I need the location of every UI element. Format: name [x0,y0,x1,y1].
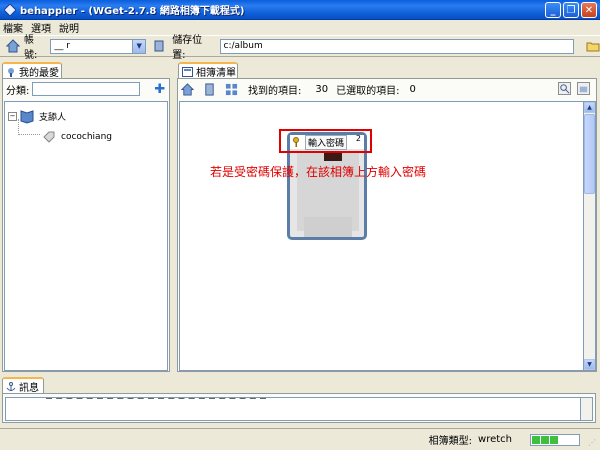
tab-favorites[interactable]: 我的最愛 [2,62,62,79]
tab-favorites-label: 我的最愛 [19,68,59,79]
tab-messages[interactable]: 訊息 [2,377,44,394]
toolbar: 帳號: __ r ▼ 儲存位置: c:/album [0,35,600,61]
scroll-thumb[interactable] [584,114,595,194]
tree-group-label: 支舔人 [39,112,67,123]
zoom-icon[interactable] [558,82,571,95]
minimize-button[interactable]: _ [545,2,561,18]
home-icon[interactable] [6,39,20,53]
messages-log [5,397,581,421]
category-input[interactable] [32,82,141,96]
signal-meter [530,433,580,446]
resize-grip[interactable]: ⋰ [588,438,598,448]
album-type-value: wretch [478,434,512,445]
book-icon [20,110,34,124]
anchor-icon [6,381,16,391]
app-icon [4,3,16,16]
folder-icon[interactable] [586,39,600,53]
home-icon[interactable] [181,82,194,96]
close-button[interactable]: ✕ [581,2,597,18]
tab-messages-label: 訊息 [19,383,39,394]
highlight-box [279,129,372,153]
favorites-tree: − 支舔人 cocochiang [4,101,168,371]
chevron-down-icon[interactable]: ▼ [132,39,146,53]
account-combo[interactable]: __ r ▼ [50,38,147,54]
title-bar: behappier - (WGet-2.7.8 網路相簿下載程式) _ ❐ ✕ [0,0,600,20]
favorites-panel: 分類: ✚ − 支舔人 cocochiang [2,78,170,372]
save-location-input[interactable]: c:/album [219,38,575,54]
found-label: 找到的項目: [248,85,302,97]
grid-icon[interactable] [225,83,238,96]
tab-album-list-label: 相簿清單 [196,68,236,79]
list-icon[interactable] [152,39,166,53]
status-bar: 相簿類型: wretch ⋰ [0,428,600,450]
messages-scrollbar[interactable] [581,397,593,421]
tree-node-group[interactable]: − 支舔人 [8,108,66,124]
page-icon[interactable] [203,82,216,96]
menu-file[interactable]: 檔案 [3,20,23,35]
tree-user-label: cocochiang [61,132,112,142]
found-count: 30 [315,83,329,95]
album-gallery: 輸入密碼 2 若是受密碼保護，在該相簿上方輸入密碼 [179,101,584,371]
collapse-icon[interactable]: − [8,111,17,121]
scroll-up-button[interactable]: ▲ [584,102,595,113]
selected-count: 0 [409,83,416,95]
album-list-icon [182,66,193,77]
menu-bar: 檔案 選項 說明 [0,20,600,35]
tree-node-user[interactable]: cocochiang [43,131,112,143]
password-annotation: 若是受密碼保護，在該相簿上方輸入密碼 [210,165,427,179]
menu-help[interactable]: 說明 [59,20,79,35]
selected-label: 已選取的項目: [336,85,400,97]
add-icon[interactable]: ✚ [154,82,165,97]
window-title: behappier - (WGet-2.7.8 網路相簿下載程式) [20,6,245,17]
tag-icon [43,131,55,143]
category-label: 分類: [6,85,30,97]
favorite-icon [8,67,14,77]
messages-panel [2,393,596,423]
account-value: __ r [54,40,70,51]
album-type-label: 相簿類型: [428,436,473,447]
account-label: 帳號: [23,35,38,61]
album-list-panel: 找到的項目: 30 已選取的項目: 0 輸入密碼 2 若是受密碼保護，在該相簿上… [177,78,597,372]
scroll-down-button[interactable]: ▼ [584,359,595,370]
maximize-button[interactable]: ❐ [563,2,579,18]
tab-album-list[interactable]: 相簿清單 [178,62,238,79]
export-icon[interactable] [577,82,590,95]
save-location-label: 儲存位置: [172,35,203,61]
vertical-scrollbar[interactable]: ▲ ▼ [584,101,596,371]
save-location-value: c:/album [223,40,263,51]
